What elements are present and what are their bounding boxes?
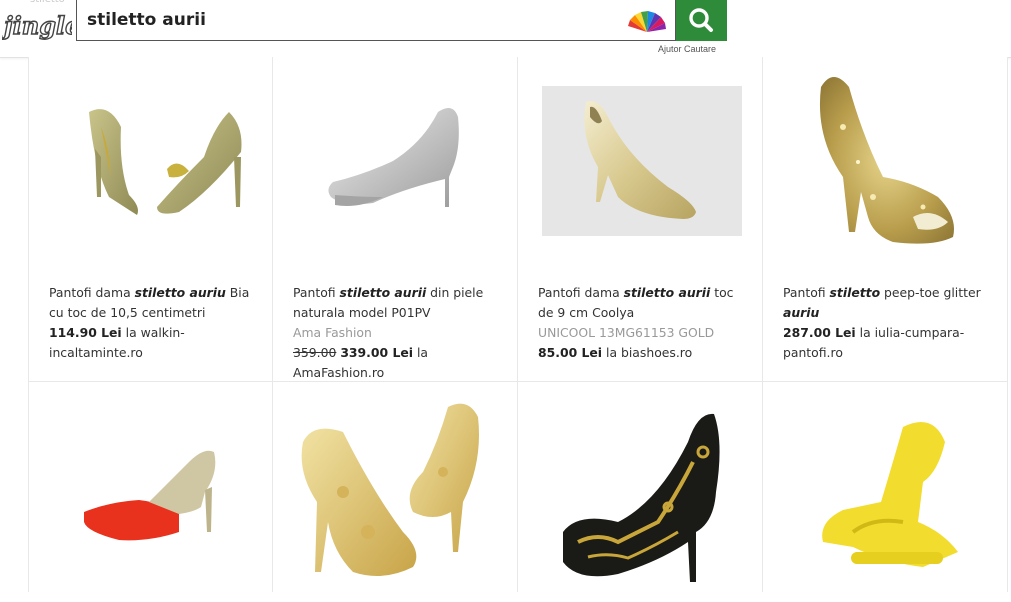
store-name[interactable]: biashoes.ro [621, 345, 692, 360]
product-card[interactable] [518, 382, 763, 592]
product-image[interactable] [763, 382, 1008, 602]
product-image[interactable] [273, 57, 518, 277]
product-info: Pantofi dama stiletto aurii toc de 9 cm … [538, 285, 734, 360]
product-price: 339.00 Lei [340, 345, 413, 360]
search-input[interactable] [87, 6, 607, 34]
top-header: stiletto jingle Ajutor Cautare [0, 0, 1011, 58]
product-card[interactable]: Pantofi dama stiletto aurii toc de 9 cm … [518, 57, 763, 382]
jingle-logo[interactable]: jingle [0, 6, 81, 46]
product-price: 85.00 Lei [538, 345, 603, 360]
search-icon [689, 8, 713, 32]
color-palette-icon[interactable] [626, 8, 668, 34]
product-card[interactable]: Pantofi stiletto peep-toe glitter auriu … [763, 57, 1008, 382]
product-image[interactable] [29, 57, 274, 277]
product-title[interactable]: Pantofi stiletto aurii din piele natural… [293, 285, 483, 320]
product-image[interactable] [518, 382, 763, 602]
store-name[interactable]: AmaFashion.ro [293, 365, 384, 380]
merchant-name: Ama Fashion [293, 325, 372, 340]
search-help-link[interactable]: Ajutor Cautare [658, 44, 716, 54]
product-info: Pantofi dama stiletto auriu Bia cu toc d… [49, 285, 250, 360]
logo-lettering: jingle [2, 11, 72, 40]
old-price: 359.00 [293, 345, 337, 360]
product-image[interactable] [273, 382, 518, 602]
search-button[interactable] [676, 0, 727, 41]
product-title[interactable]: Pantofi dama stiletto aurii toc de 9 cm … [538, 285, 733, 320]
product-card[interactable] [273, 382, 518, 592]
ghost-search-text: stiletto [30, 0, 65, 5]
product-image[interactable] [763, 57, 1008, 277]
jingle-logo-icon: jingle [0, 10, 81, 40]
product-info: Pantofi stiletto aurii din piele natural… [293, 285, 484, 380]
product-card[interactable] [28, 382, 273, 592]
product-price: 287.00 Lei [783, 325, 856, 340]
product-title[interactable]: Pantofi dama stiletto auriu Bia cu toc d… [49, 285, 249, 320]
product-card[interactable]: Pantofi stiletto aurii din piele natural… [273, 57, 518, 382]
product-price: 114.90 Lei [49, 325, 122, 340]
color-fan-icon [628, 11, 666, 32]
product-title[interactable]: Pantofi stiletto peep-toe glitter auriu [783, 285, 981, 320]
product-card[interactable]: Pantofi dama stiletto auriu Bia cu toc d… [28, 57, 273, 382]
product-image[interactable] [29, 382, 274, 602]
search-box [76, 0, 676, 41]
product-image[interactable] [518, 57, 763, 277]
product-card[interactable] [763, 382, 1008, 592]
product-info: Pantofi stiletto peep-toe glitter auriu … [783, 285, 981, 360]
merchant-name: UNICOOL 13MG61153 GOLD [538, 325, 715, 340]
